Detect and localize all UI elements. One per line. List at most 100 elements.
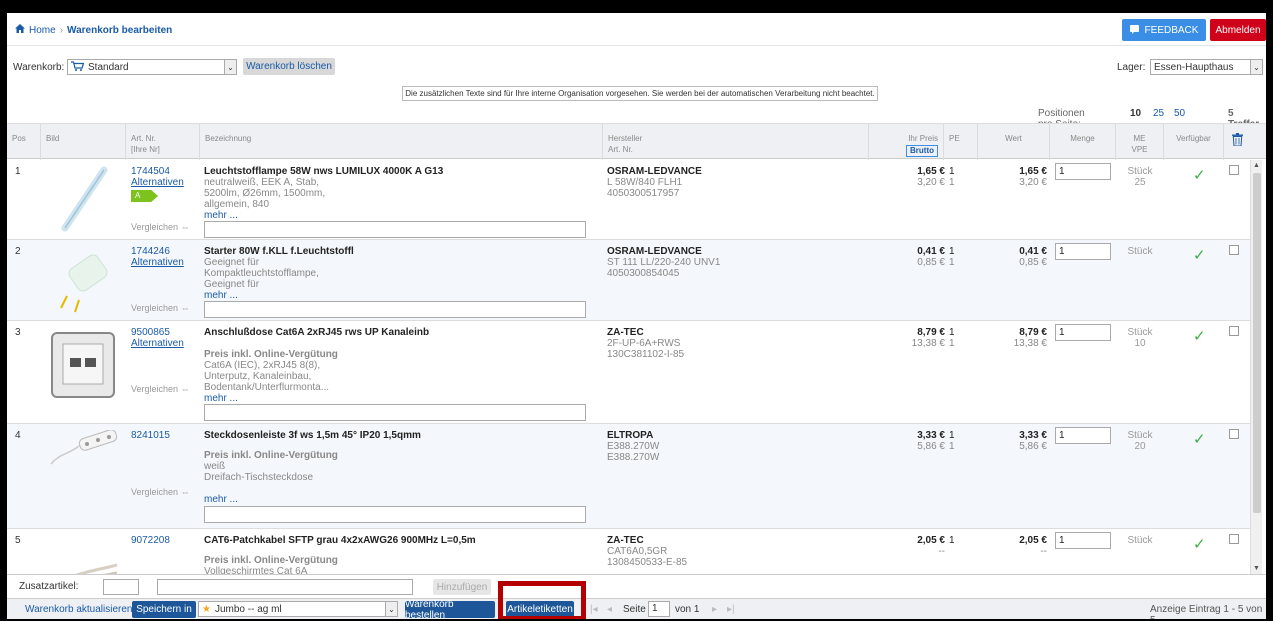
per-page-25[interactable]: 25	[1153, 108, 1164, 119]
scroll-up-icon[interactable]: ▲	[1253, 162, 1260, 169]
add-article-description-input[interactable]	[157, 579, 413, 595]
quantity-input[interactable]: 1	[1055, 324, 1111, 341]
storage-select[interactable]: Essen-Haupthaus ⌄	[1150, 59, 1263, 75]
table-row: 2 1744246 Alternativen Vergleichen ⇔ Sta…	[7, 240, 1250, 321]
manufacturer: ELTROPA	[607, 430, 654, 441]
note-input[interactable]	[204, 221, 586, 238]
alternatives-link[interactable]: Alternativen	[131, 257, 184, 268]
first-page-icon[interactable]: |◂	[590, 604, 598, 615]
price-unit: 1	[949, 246, 955, 257]
scroll-down-icon[interactable]: ▼	[1253, 565, 1260, 572]
info-notice: Die zusätzlichen Texte sind für Ihre int…	[402, 86, 878, 101]
quantity-input[interactable]: 1	[1055, 243, 1111, 260]
more-link[interactable]: mehr ...	[204, 210, 238, 221]
scroll-thumb[interactable]	[1253, 173, 1261, 513]
cart-select[interactable]: Standard ⌄	[67, 59, 237, 75]
available-check-icon: ✓	[1193, 431, 1206, 448]
scale-icon: ⇔	[180, 384, 190, 394]
product-image-power-strip[interactable]	[49, 429, 119, 498]
line-value-brutto: 5,86 €	[1019, 441, 1047, 452]
breadcrumb-home-link[interactable]: Home	[29, 25, 56, 36]
unit-price-brutto: 13,38 €	[911, 338, 945, 349]
col-pos: Pos	[12, 134, 26, 143]
article-number[interactable]: 9072208	[131, 535, 170, 546]
page-input[interactable]: 1	[648, 601, 670, 617]
compare-link[interactable]: Vergleichen ⇔	[131, 222, 190, 233]
table-row: 3 9500865 Alternativen Vergleichen ⇔ Ans…	[7, 321, 1250, 424]
product-image-fluorescent-tube[interactable]	[49, 166, 119, 234]
quantity-input[interactable]: 1	[1055, 163, 1111, 180]
article-number[interactable]: 1744246	[131, 246, 170, 257]
feedback-button[interactable]: FEEDBACK	[1122, 19, 1206, 41]
price-unit: 1	[949, 166, 955, 177]
line-value: 0,41 €	[1019, 246, 1047, 257]
next-page-icon[interactable]: ▸	[712, 604, 717, 615]
add-article-number-input[interactable]	[103, 579, 139, 595]
article-number[interactable]: 8241015	[131, 430, 170, 441]
article-number[interactable]: 1744504	[131, 166, 170, 177]
breadcrumb: Home › Warenkorb bearbeiten	[15, 24, 172, 36]
rows-scrollbar[interactable]: ▲ ▼	[1250, 160, 1262, 574]
product-detail: neutralweiß, EEK A, Stab,	[204, 177, 320, 188]
entry-range: Anzeige Eintrag 1 - 5 von 5	[1150, 604, 1263, 619]
article-number[interactable]: 9500865	[131, 327, 170, 338]
bottom-toolbar: Warenkorb aktualisieren Speichern in ★ J…	[7, 598, 1266, 619]
product-image-network-outlet[interactable]	[49, 327, 119, 403]
compare-link[interactable]: Vergleichen ⇔	[131, 303, 190, 314]
quantity-input[interactable]: 1	[1055, 427, 1111, 444]
article-labels-button[interactable]: Artikeletiketten	[506, 601, 574, 618]
update-cart-button[interactable]: Warenkorb aktualisieren	[25, 604, 132, 615]
product-image-patch-cable[interactable]	[49, 535, 119, 574]
app-frame: Home › Warenkorb bearbeiten FEEDBACK Abm…	[7, 13, 1266, 619]
line-value: 3,33 €	[1019, 430, 1047, 441]
last-page-icon[interactable]: ▸|	[727, 604, 735, 615]
row-checkbox[interactable]	[1229, 165, 1239, 175]
product-detail: Kompaktleuchtstofflampe,	[204, 268, 319, 279]
brutto-toggle[interactable]: Brutto	[906, 145, 938, 157]
note-input[interactable]	[204, 506, 586, 523]
breadcrumb-current: Warenkorb bearbeiten	[67, 24, 173, 36]
storage-label: Lager:	[1117, 62, 1146, 73]
unit-price-brutto: --	[938, 546, 945, 557]
trash-icon[interactable]	[1231, 133, 1243, 148]
table-header: Pos Bild Art. Nr. [Ihre Nr] Bezeichnung …	[7, 123, 1266, 160]
col-manufacturer: Hersteller Art. Nr.	[602, 124, 868, 160]
price-unit: 1	[949, 177, 955, 188]
row-checkbox[interactable]	[1229, 534, 1239, 544]
manufacturer-ean: 4050300517957	[607, 188, 680, 199]
more-link[interactable]: mehr ...	[204, 393, 238, 404]
delete-cart-button[interactable]: Warenkorb löschen	[243, 58, 335, 75]
unit-price: 1,65 €	[917, 166, 945, 177]
row-checkbox[interactable]	[1229, 429, 1239, 439]
alternatives-link[interactable]: Alternativen	[131, 177, 184, 188]
alternatives-link[interactable]: Alternativen	[131, 338, 184, 349]
table-row: 5 9072208 CAT6-Patchkabel SFTP grau 4x2x…	[7, 529, 1250, 574]
compare-link[interactable]: Vergleichen ⇔	[131, 487, 190, 498]
row-checkbox[interactable]	[1229, 326, 1239, 336]
unit-price-brutto: 0,85 €	[917, 257, 945, 268]
manufacturer-ean: E388.270W	[607, 452, 660, 463]
quantity-input[interactable]: 1	[1055, 532, 1111, 549]
line-value: 2,05 €	[1019, 535, 1047, 546]
save-in-button[interactable]: Speichern in	[132, 601, 196, 618]
home-icon[interactable]	[15, 24, 25, 36]
logout-button[interactable]: Abmelden	[1210, 19, 1266, 41]
per-page-10[interactable]: 10	[1130, 108, 1141, 119]
per-page-50[interactable]: 50	[1174, 108, 1185, 119]
more-link[interactable]: mehr ...	[204, 494, 238, 505]
cart-icon	[71, 60, 85, 74]
manufacturer-code: CAT6A0,5GR	[607, 546, 668, 557]
add-article-button[interactable]: Hinzufügen	[433, 579, 491, 595]
note-input[interactable]	[204, 301, 586, 318]
row-checkbox[interactable]	[1229, 245, 1239, 255]
order-cart-button[interactable]: Warenkorb bestellen	[405, 599, 495, 619]
prev-page-icon[interactable]: ◂	[607, 604, 612, 615]
line-value: 8,79 €	[1019, 327, 1047, 338]
compare-link[interactable]: Vergleichen ⇔	[131, 384, 190, 395]
product-image-starter[interactable]	[49, 246, 119, 314]
product-title: Anschlußdose Cat6A 2xRJ45 rws UP Kanalei…	[204, 327, 430, 338]
product-title: Starter 80W f.KLL f.Leuchtstoffl	[204, 246, 354, 257]
note-input[interactable]	[204, 404, 586, 421]
more-link[interactable]: mehr ...	[204, 290, 238, 301]
save-target-select[interactable]: ★ Jumbo -- ag ml ⌄	[198, 601, 398, 617]
